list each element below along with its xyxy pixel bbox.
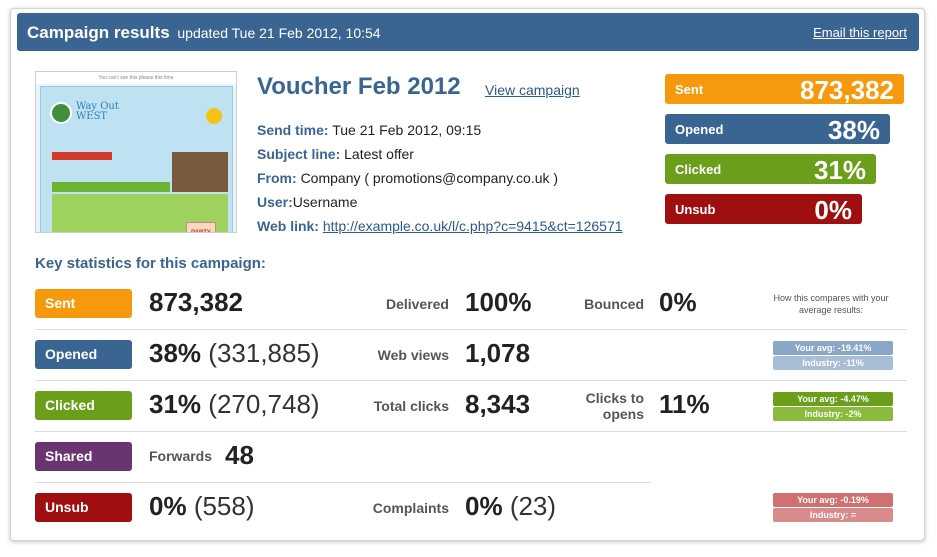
summary-sent-pill: Sent 873,382 <box>665 74 904 105</box>
forwards-label: Forwards <box>149 448 213 464</box>
weblink-label: Web link: <box>257 218 319 234</box>
row-divider <box>35 431 907 432</box>
summary-unsub-label: Unsub <box>675 202 716 217</box>
compass-logo-icon <box>50 102 72 124</box>
campaign-name: Voucher Feb 2012 <box>257 73 461 100</box>
send-time-value: Tue 21 Feb 2012, 09:15 <box>332 122 482 138</box>
campaign-preview-thumbnail[interactable]: You can't see this please this time Way … <box>35 71 237 233</box>
unsub-industry-badge: Industry: = <box>773 508 893 522</box>
stat-opened-tag: Opened <box>35 340 132 369</box>
summary-opened-label: Opened <box>675 122 724 137</box>
campaign-results-card: Campaign results updated Tue 21 Feb 2012… <box>10 8 925 541</box>
user-value: Username <box>292 194 358 210</box>
subject-label: Subject line: <box>257 146 341 162</box>
summary-clicked-pill: Clicked 31% <box>665 154 876 185</box>
complaints-label: Complaints <box>372 500 449 516</box>
opened-your-avg-badge: Your avg: -19.41% <box>773 341 893 355</box>
summary-clicked-label: Clicked <box>675 162 722 177</box>
from-label: From: <box>257 170 297 186</box>
subject-row: Subject line: Latest offer <box>257 146 414 162</box>
summary-unsub-value: 0% <box>814 195 852 225</box>
from-value: Company ( promotions@company.co.uk ) <box>300 170 559 186</box>
stat-sent-value: 873,382 <box>149 287 243 317</box>
report-title-text: Campaign results <box>27 23 170 42</box>
clicks-to-opens-value: 11% <box>659 389 710 419</box>
report-title: Campaign results updated Tue 21 Feb 2012… <box>27 23 381 43</box>
total-clicks-label: Total clicks <box>373 398 449 414</box>
summary-sent-value: 873,382 <box>800 75 894 105</box>
preview-top-text: You can't see this please this time <box>36 72 236 84</box>
preview-banner <box>52 152 112 160</box>
summary-unsub-pill: Unsub 0% <box>665 194 862 225</box>
stat-shared-tag: Shared <box>35 442 132 471</box>
stat-unsub-tag: Unsub <box>35 493 132 522</box>
compare-note: How this compares with your average resu… <box>773 293 889 315</box>
stat-opened-value: 38% (331,885) <box>149 338 320 368</box>
weblink-url[interactable]: http://example.co.uk/l/c.php?c=9415&ct=1… <box>323 218 623 234</box>
opened-industry-badge: Industry: -11% <box>773 356 893 370</box>
unsub-your-avg-badge: Your avg: -0.19% <box>773 493 893 507</box>
stat-unsub-value: 0% (558) <box>149 491 255 521</box>
key-statistics-title: Key statistics for this campaign: <box>35 255 266 272</box>
summary-opened-value: 38% <box>827 115 880 145</box>
complaints-value: 0% (23) <box>465 491 557 521</box>
send-time-row: Send time: Tue 21 Feb 2012, 09:15 <box>257 122 481 138</box>
stat-clicked-tag: Clicked <box>35 391 132 420</box>
total-clicks-value: 8,343 <box>465 389 531 419</box>
weblink-row: Web link: http://example.co.uk/l/c.php?c… <box>257 218 623 234</box>
row-divider <box>35 482 651 483</box>
bounced-value: 0% <box>659 287 697 317</box>
user-label: User: <box>257 194 293 210</box>
updated-timestamp: updated Tue 21 Feb 2012, 10:54 <box>177 25 381 41</box>
summary-sent-label: Sent <box>675 82 704 97</box>
preview-social-box <box>172 152 228 192</box>
delivered-value: 100% <box>465 287 532 317</box>
stat-clicked-value: 31% (270,748) <box>149 389 320 419</box>
clicked-industry-badge: Industry: -2% <box>773 407 893 421</box>
forwards-value: 48 <box>225 440 254 470</box>
delivered-label: Delivered <box>385 296 449 312</box>
stat-sent-tag: Sent <box>35 289 132 318</box>
clicked-your-avg-badge: Your avg: -4.47% <box>773 392 893 406</box>
send-time-label: Send time: <box>257 122 329 138</box>
view-campaign-link[interactable]: View campaign <box>485 82 580 98</box>
row-divider <box>35 329 907 330</box>
report-header: Campaign results updated Tue 21 Feb 2012… <box>17 13 919 51</box>
email-report-link[interactable]: Email this report <box>813 25 907 40</box>
row-divider <box>35 380 907 381</box>
summary-clicked-value: 31% <box>813 155 866 185</box>
preview-party-image: PARTY <box>186 222 216 232</box>
subject-value: Latest offer <box>344 146 414 162</box>
from-row: From: Company ( promotions@company.co.uk… <box>257 170 558 186</box>
preview-grass <box>52 182 170 192</box>
summary-opened-pill: Opened 38% <box>665 114 890 145</box>
sun-icon <box>206 108 222 124</box>
preview-logo-text: Way Out WEST <box>76 101 119 122</box>
clicks-to-opens-label: Clicks to opens <box>585 390 644 422</box>
web-views-value: 1,078 <box>465 338 531 368</box>
user-row: User:Username <box>257 194 357 210</box>
web-views-label: Web views <box>377 347 449 363</box>
bounced-label: Bounced <box>584 296 644 312</box>
